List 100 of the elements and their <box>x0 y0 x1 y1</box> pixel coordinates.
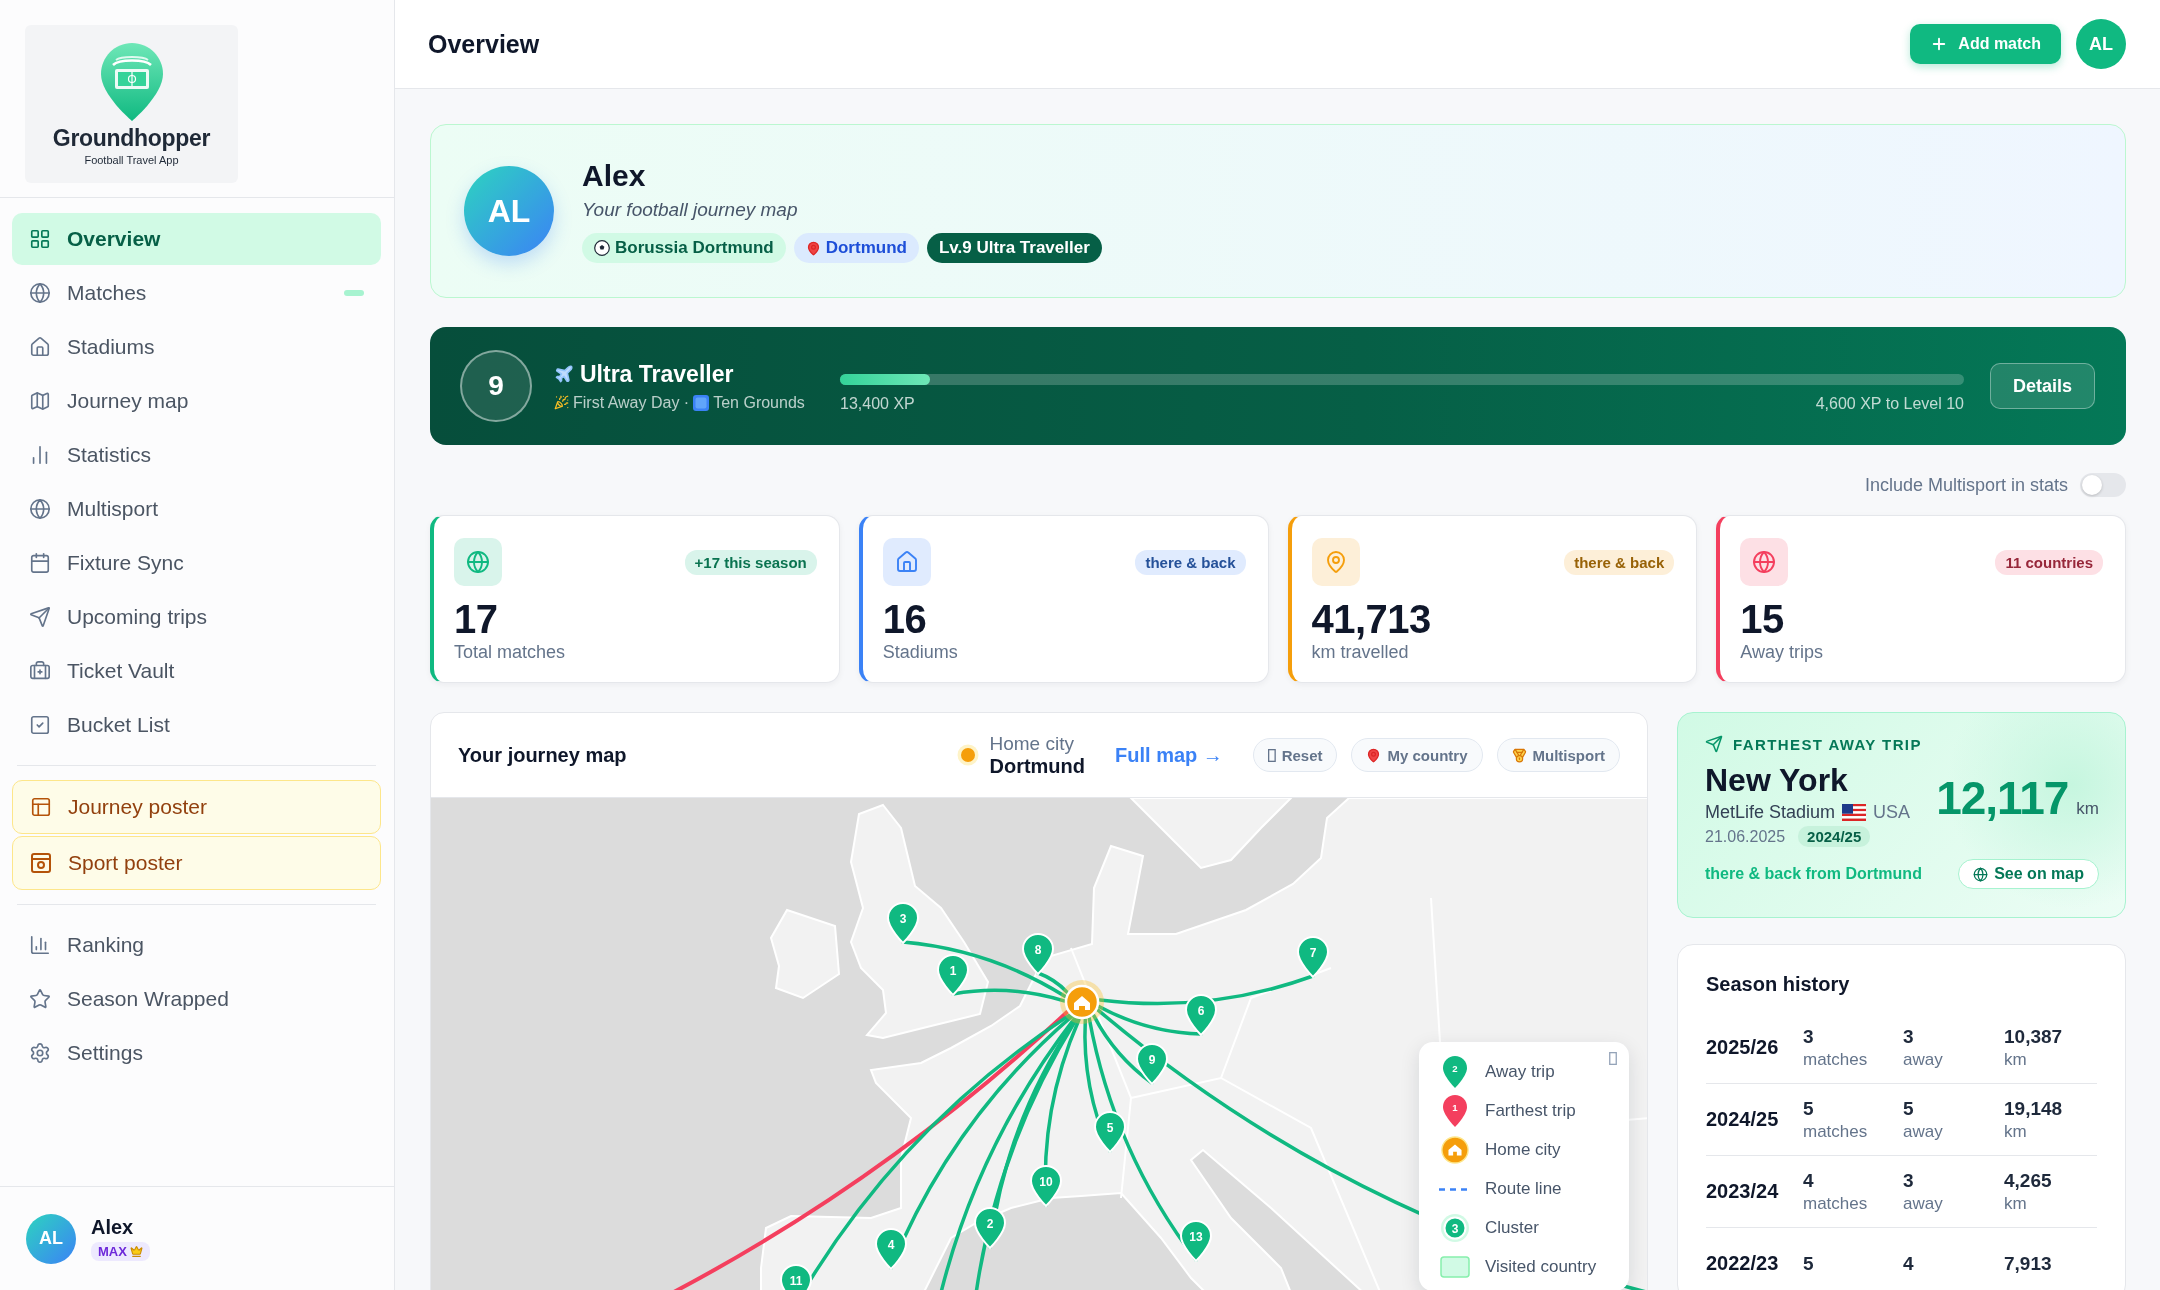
stat-label: Total matches <box>454 641 567 663</box>
layout-icon <box>30 796 52 818</box>
globe-icon <box>1973 866 1989 882</box>
legend-label: Farthest trip <box>1485 1101 1576 1121</box>
profile-tag: Borussia Dortmund <box>582 233 786 263</box>
stat-value: 3 <box>1803 1025 1815 1048</box>
house-icon <box>882 538 931 586</box>
map-pin[interactable]: 1 <box>937 954 969 996</box>
stat-unit: matches <box>1803 1049 1869 1070</box>
map-pin[interactable]: 3 <box>887 902 919 944</box>
map-pin[interactable]: 9 <box>1136 1043 1168 1085</box>
poster-frame-icon <box>30 852 52 874</box>
map-pin[interactable]: 4 <box>875 1228 907 1270</box>
pin-icon <box>805 240 821 256</box>
map-pin[interactable]: 8 <box>1022 933 1054 975</box>
map-pin[interactable]: 5 <box>1094 1111 1126 1153</box>
nav-item[interactable]: Stadiums <box>12 321 381 373</box>
checked-square-icon <box>29 714 51 736</box>
poster-link[interactable]: Journey poster <box>12 780 381 834</box>
map-pin[interactable]: 10 <box>1030 1165 1062 1207</box>
stat-value: 5 <box>1803 1252 1815 1275</box>
home-marker-icon[interactable] <box>1060 980 1104 1024</box>
stat-badge: 11 countries <box>1995 549 2103 575</box>
avatar[interactable]: AL <box>26 1213 76 1264</box>
achievements-text: First Away Day · Ten Grounds <box>554 393 818 412</box>
avatar[interactable]: AL <box>2076 19 2126 69</box>
stat-value: 5 <box>1803 1097 1815 1120</box>
map-pin[interactable]: 6 <box>1185 994 1217 1036</box>
nav-item[interactable]: Matches <box>12 267 381 319</box>
trip-note: there & back from Dortmund <box>1705 865 1922 883</box>
calendar-icon <box>29 552 51 574</box>
season-label: 2022/23 <box>1706 1252 1780 1275</box>
map-filter-button[interactable]: Multisport <box>1496 738 1620 772</box>
stat-unit: matches <box>1803 1193 1869 1214</box>
card-title: Season history <box>1706 973 1851 996</box>
stat-value: 4 <box>1903 1252 1915 1275</box>
home-city-name: Dortmund <box>989 755 1086 777</box>
nav-item[interactable]: Journey map <box>12 375 381 427</box>
country-name: USA <box>1873 802 1911 823</box>
legend-label: Visited country <box>1485 1257 1597 1277</box>
map-pin[interactable]: 11 <box>780 1264 812 1290</box>
plan-badge: MAX <box>91 1242 150 1261</box>
level-title: Ultra Traveller <box>554 360 818 388</box>
map-icon <box>29 390 51 412</box>
nav-item[interactable]: Ticket Vault <box>12 645 381 697</box>
stat-badge: there & back <box>1564 549 1675 575</box>
stat-unit: km <box>2004 1193 2028 1214</box>
map-pin[interactable]: 7 <box>1297 936 1329 978</box>
party-popper-icon <box>554 395 569 410</box>
settings-icon <box>29 1042 51 1064</box>
map-filter-button[interactable]: My country <box>1351 738 1483 772</box>
stat-unit: away <box>1903 1049 1944 1070</box>
profile-tagline: Your football journey map <box>582 199 799 221</box>
nav-item[interactable]: Overview <box>12 213 381 265</box>
stat-value: 4 <box>1803 1169 1815 1192</box>
avatar: AL <box>464 166 554 256</box>
globe-icon <box>29 498 51 520</box>
crown-icon <box>129 1245 143 1258</box>
map-pin[interactable]: 2 <box>974 1207 1006 1249</box>
stat-value: 15 <box>1740 597 1785 641</box>
level-circle: 9 <box>460 350 532 422</box>
map-pin[interactable]: 13 <box>1180 1220 1212 1262</box>
stat-value: 41,713 <box>1311 597 1432 641</box>
stat-value: 5 <box>1903 1097 1915 1120</box>
nav-item[interactable]: Upcoming trips <box>12 591 381 643</box>
globe-icon <box>29 282 51 304</box>
logo-subtitle: Football Travel App <box>84 153 179 166</box>
map-pin-icon <box>1311 538 1360 586</box>
pin-marker: 1 <box>1443 1095 1467 1127</box>
map-filter-button[interactable]: Reset <box>1252 738 1338 772</box>
swatch-icon <box>1440 1256 1470 1278</box>
legend-label: Away trip <box>1485 1062 1555 1082</box>
nav-item[interactable]: Multisport <box>12 483 381 535</box>
stat-value: 17 <box>454 597 499 641</box>
toggle-switch[interactable] <box>2080 473 2126 497</box>
stat-value: 7,913 <box>2004 1252 2053 1275</box>
card-title: Your journey map <box>458 743 627 767</box>
flag-icon <box>1842 804 1867 821</box>
details-button[interactable]: Details <box>1989 363 2095 409</box>
stat-value: 10,387 <box>2004 1025 2064 1048</box>
nav-item[interactable]: Bucket List <box>12 699 381 751</box>
home-dot-icon <box>957 744 980 766</box>
nav-item[interactable]: Settings <box>12 1027 381 1079</box>
nav-item[interactable]: Fixture Sync <box>12 537 381 589</box>
season-label: 2023/24 <box>1706 1180 1780 1203</box>
stat-unit: km <box>2004 1049 2028 1070</box>
nav-item[interactable]: Season Wrapped <box>12 973 381 1025</box>
medal-icon <box>1511 747 1527 763</box>
legend-label: Home city <box>1485 1140 1561 1160</box>
nav-item[interactable]: Statistics <box>12 429 381 481</box>
stat-value: 4,265 <box>2004 1169 2053 1192</box>
add-match-button[interactable]: Add match <box>1910 24 2061 64</box>
see-on-map-button[interactable]: See on map <box>1958 859 2099 889</box>
full-map-link[interactable]: Full map → <box>1115 743 1223 767</box>
globe-icon <box>1740 538 1789 586</box>
box-glyph-icon[interactable] <box>1609 1052 1617 1065</box>
stat-unit: km <box>2004 1121 2028 1142</box>
stadium-name: MetLife Stadium <box>1705 802 1836 823</box>
nav-item[interactable]: Ranking <box>12 919 381 971</box>
poster-link[interactable]: Sport poster <box>12 836 381 890</box>
